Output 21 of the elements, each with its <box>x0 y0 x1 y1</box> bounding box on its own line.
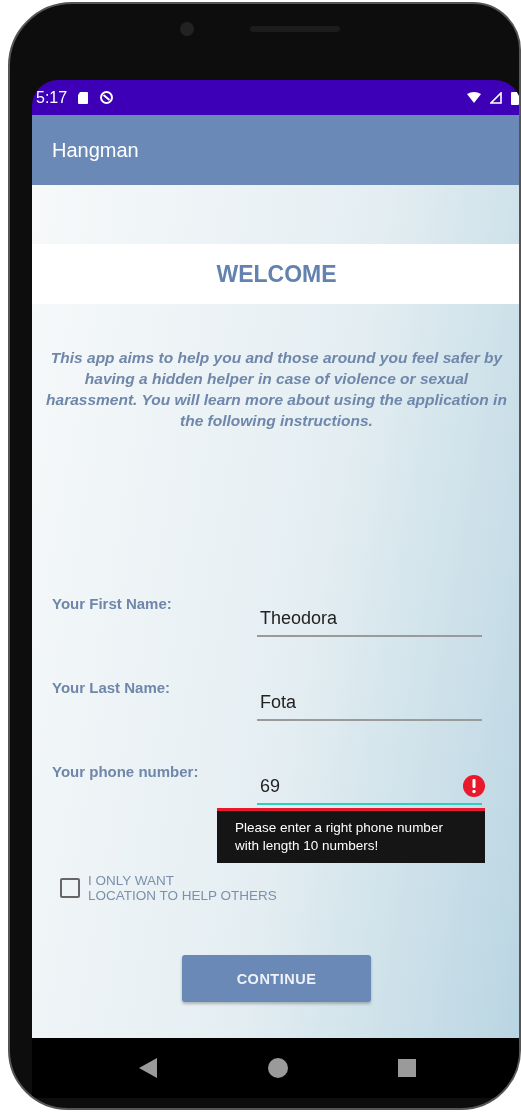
text-field[interactable]: Fota <box>257 685 482 721</box>
text-field[interactable]: 69 <box>257 769 482 805</box>
field-label: Your First Name: <box>52 594 173 612</box>
welcome-heading: WELCOME <box>216 260 337 288</box>
recents-icon[interactable] <box>398 1059 417 1077</box>
checkbox-label: I ONLY WANT <box>88 873 175 888</box>
text-field[interactable]: Theodora <box>257 601 482 637</box>
sd-card-icon <box>76 90 91 105</box>
signal-icon <box>490 91 502 104</box>
field-label: Your Last Name: <box>52 678 172 696</box>
battery-icon <box>511 90 519 105</box>
wifi-icon <box>467 91 481 104</box>
app-title: Hangman <box>52 138 139 162</box>
error-icon <box>463 775 485 797</box>
error-message: Please enter a right phone number with length 10 numbers! <box>235 819 444 855</box>
checkbox-label: LOCATION TO HELP OTHERS <box>88 888 277 903</box>
field-label: Your phone number: <box>52 762 200 780</box>
checkbox[interactable] <box>60 878 80 898</box>
intro-paragraph: This app aims to help you and those around you feel safer by having a hidden helper in case of violence or sexual harassment. You will learn more about using the application in the following instructions. <box>45 348 508 431</box>
home-icon[interactable] <box>268 1058 289 1078</box>
status-time: 5:17 <box>36 88 68 107</box>
